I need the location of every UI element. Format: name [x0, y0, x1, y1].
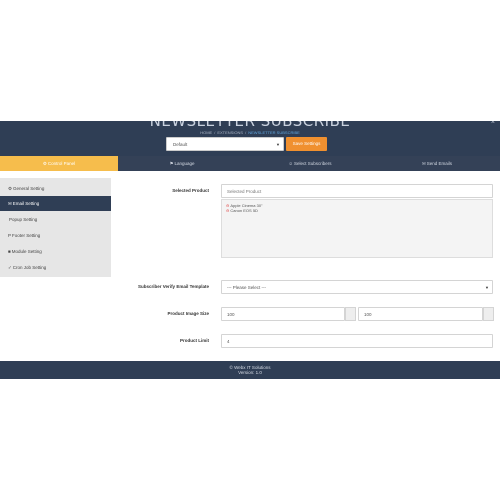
tab-label: Language	[174, 161, 195, 166]
chevron-down-icon: ▼	[276, 142, 280, 147]
verify-template-label: Subscriber Verify Email Template	[138, 284, 209, 289]
tab-label: Control Panel	[47, 161, 76, 166]
gear-icon: ⚙	[8, 186, 13, 191]
selected-product-input[interactable]: Selected Product	[221, 184, 493, 198]
list-item: ⊖Canon EOS 5D	[226, 208, 488, 213]
product-limit-value: 4	[227, 339, 230, 344]
selected-products-list: ⊖Apple Cinema 30" ⊖Canon EOS 5D	[221, 199, 493, 258]
sidebar-item-label: Popup Setting	[9, 217, 38, 222]
paragraph-icon: P	[8, 233, 12, 238]
sidebar-item-label: Module Setting	[11, 249, 42, 254]
page-title: NEWSLETTER SUBSCRIBE	[149, 121, 351, 130]
sidebar-item-label: Cron Job Setting	[12, 265, 47, 270]
sidebar-item-label: Email Setting	[12, 201, 40, 206]
close-icon[interactable]: ×	[491, 121, 495, 126]
tab-send-emails[interactable]: ✉Send Emails	[374, 156, 500, 171]
page-header: NEWSLETTER SUBSCRIBE HOME / EXTENSIONS / NEW…	[0, 121, 500, 156]
flag-icon: ⚑	[169, 161, 174, 166]
gear-icon: ⚙	[42, 161, 47, 166]
sidebar-item-footer[interactable]: PFooter Setting	[0, 228, 111, 243]
sidebar-item-label: Footer Setting	[12, 233, 41, 238]
store-select[interactable]: Default ▼	[166, 137, 284, 151]
check-icon: ✓	[8, 265, 12, 270]
input-addon	[483, 307, 494, 321]
selected-product-label: Selected Product	[172, 188, 209, 193]
sidebar-item-cron-job[interactable]: ✓Cron Job Setting	[0, 260, 111, 275]
tab-bar: ⚙Control Panel ⚑Language ☺Select Subscri…	[0, 156, 500, 171]
product-name: Canon EOS 5D	[230, 208, 258, 213]
tab-control-panel[interactable]: ⚙Control Panel	[0, 156, 118, 171]
envelope-icon: ✉	[421, 161, 426, 166]
image-size-label: Product Image Size	[167, 311, 209, 316]
sidebar-item-popup[interactable]: Popup Setting	[0, 212, 111, 227]
breadcrumb-home[interactable]: HOME	[200, 130, 212, 135]
image-width-value: 100	[227, 312, 235, 317]
image-width-input[interactable]: 100	[221, 307, 345, 321]
verify-template-select[interactable]: --- Please Select --- ▼	[221, 280, 493, 294]
sidebar: ⚙General Setting ✉Email Setting Popup Se…	[0, 178, 111, 277]
image-height-value: 100	[364, 312, 372, 317]
breadcrumb: HOME / EXTENSIONS / NEWSLETTER SUBSCRIBE	[200, 130, 300, 135]
product-limit-input[interactable]: 4	[221, 334, 493, 348]
store-select-value: Default	[173, 142, 188, 147]
page: NEWSLETTER SUBSCRIBE HOME / EXTENSIONS / NEW…	[0, 0, 500, 500]
sidebar-item-email[interactable]: ✉Email Setting	[0, 196, 111, 211]
input-addon	[345, 307, 356, 321]
sidebar-item-module[interactable]: ■Module Setting	[0, 244, 111, 259]
envelope-icon: ✉	[8, 201, 12, 206]
product-limit-label: Product Limit	[180, 338, 209, 343]
tab-label: Send Emails	[426, 161, 453, 166]
breadcrumb-extensions[interactable]: EXTENSIONS	[217, 130, 243, 135]
save-button[interactable]: Save Settings	[286, 137, 327, 151]
folder-icon: ■	[8, 249, 11, 254]
remove-icon[interactable]: ⊖	[226, 208, 229, 213]
image-height-input[interactable]: 100	[358, 307, 483, 321]
tab-language[interactable]: ⚑Language	[118, 156, 246, 171]
chevron-down-icon: ▼	[485, 285, 489, 290]
verify-template-value: --- Please Select ---	[227, 285, 267, 290]
tab-label: Select Subscribers	[294, 161, 332, 166]
users-icon: ☺	[288, 161, 294, 166]
breadcrumb-current[interactable]: NEWSLETTER SUBSCRIBE	[248, 130, 300, 135]
page-footer: © Webx IT Solutions Version: 1.0	[0, 361, 500, 379]
footer-version: Version: 1.0	[238, 370, 262, 375]
selected-product-placeholder: Selected Product	[227, 189, 262, 194]
sidebar-item-general[interactable]: ⚙General Setting	[0, 181, 111, 196]
sidebar-item-label: General Setting	[13, 186, 45, 191]
tab-select-subscribers[interactable]: ☺Select Subscribers	[246, 156, 374, 171]
